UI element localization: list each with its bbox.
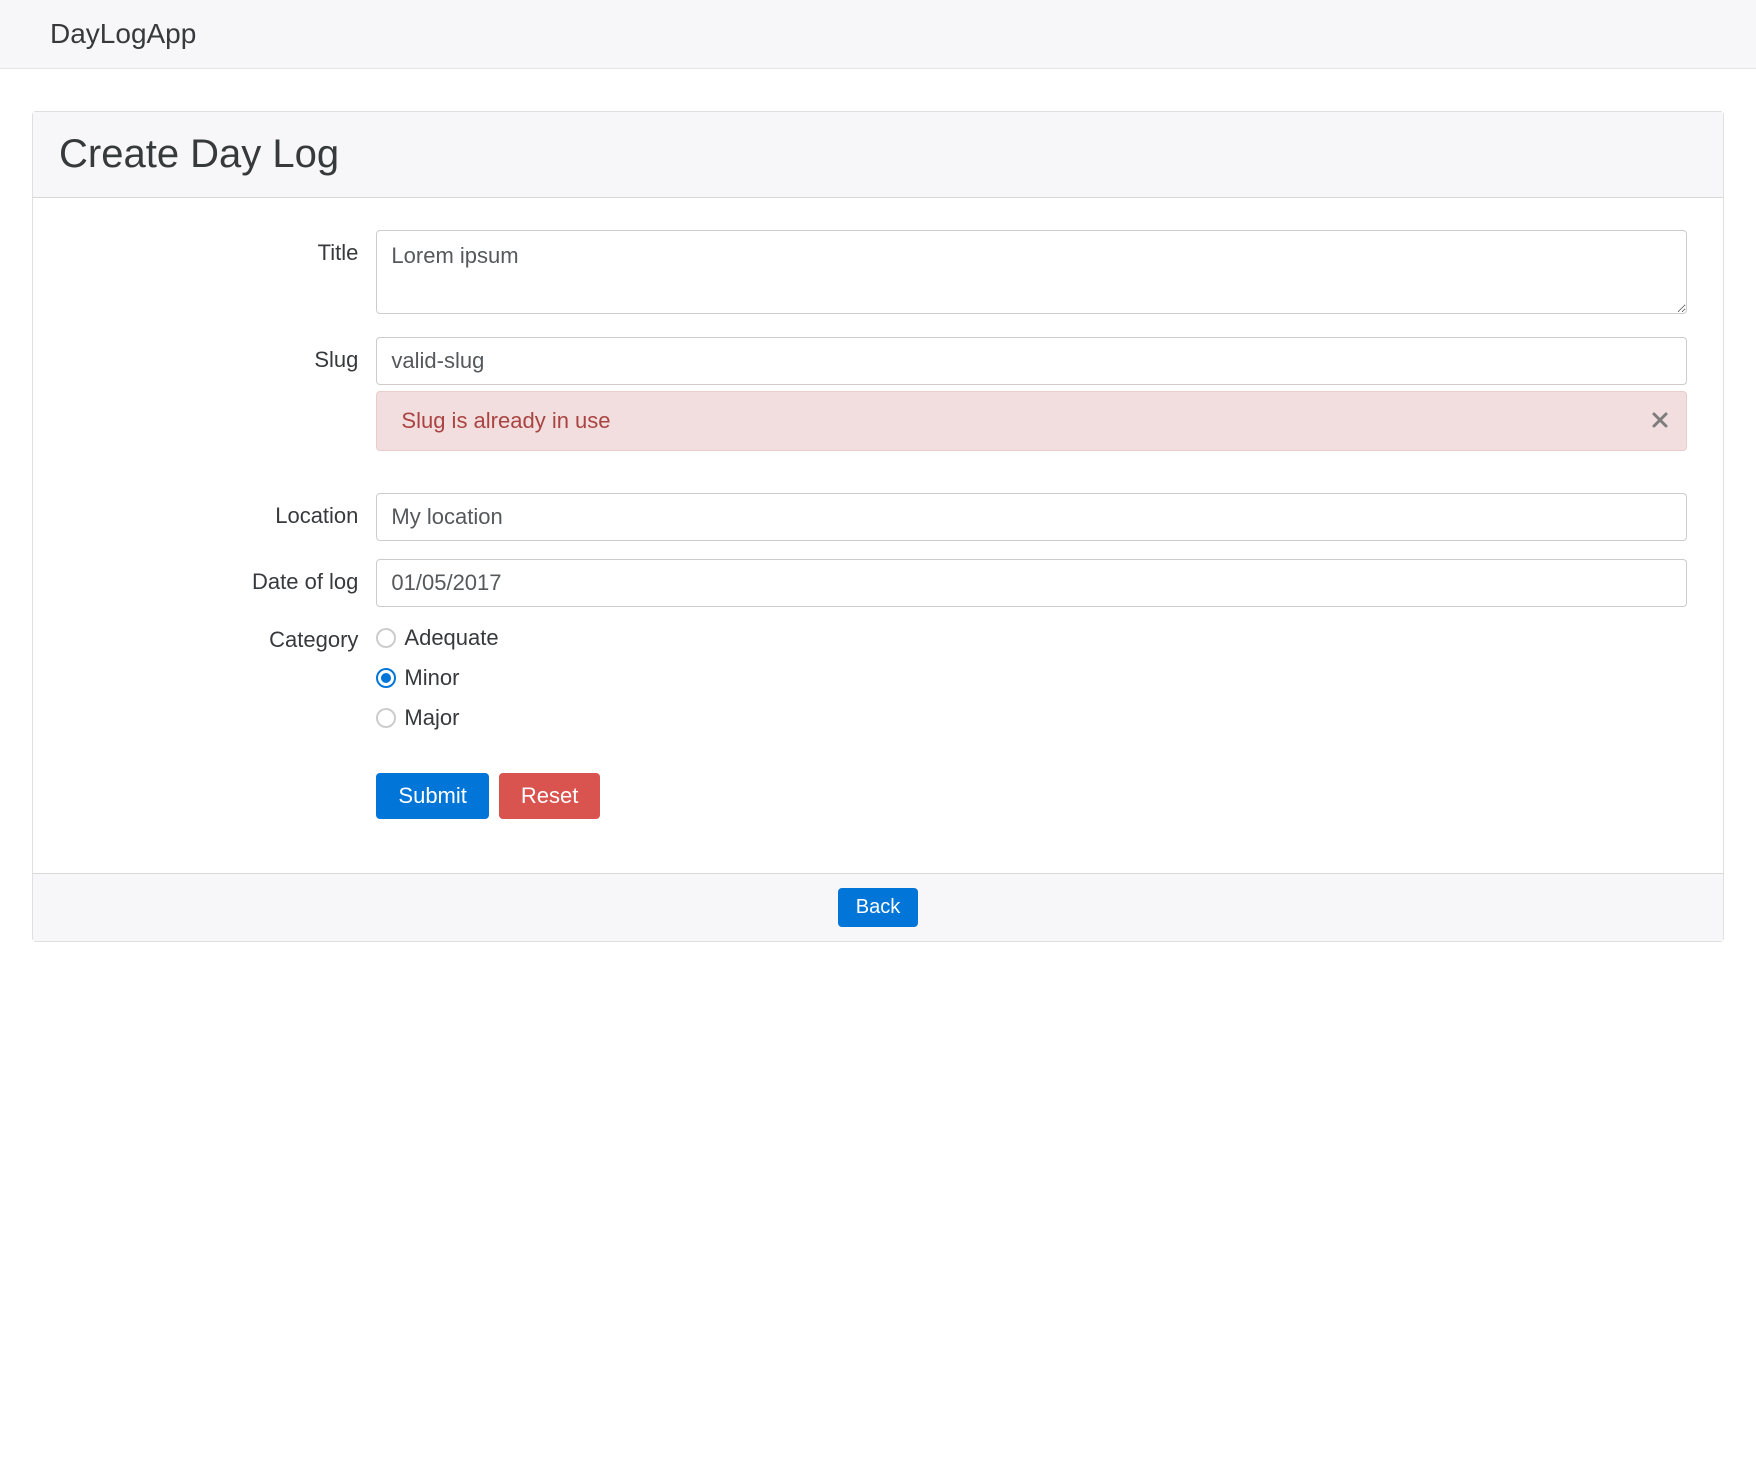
radio-option-minor[interactable]: Minor	[376, 665, 1687, 691]
buttons-row: Submit Reset	[69, 749, 1687, 819]
submit-button[interactable]: Submit	[376, 773, 488, 819]
title-input[interactable]: Lorem ipsum	[376, 230, 1687, 314]
slug-error-alert: Slug is already in use	[376, 391, 1687, 451]
close-icon[interactable]	[1650, 408, 1670, 434]
reset-button[interactable]: Reset	[499, 773, 600, 819]
card-body: Title Lorem ipsum Slug Slug is already i…	[33, 198, 1723, 873]
radio-label-major[interactable]: Major	[404, 705, 459, 731]
radio-label-minor[interactable]: Minor	[404, 665, 459, 691]
date-label: Date of log	[252, 569, 358, 594]
radio-adequate[interactable]	[376, 628, 396, 648]
radio-option-major[interactable]: Major	[376, 705, 1687, 731]
location-label: Location	[275, 503, 358, 528]
back-button[interactable]: Back	[838, 888, 918, 927]
radio-major[interactable]	[376, 708, 396, 728]
category-label: Category	[269, 627, 358, 652]
title-label: Title	[318, 240, 359, 265]
page-title: Create Day Log	[59, 132, 1697, 177]
title-row: Title Lorem ipsum	[69, 230, 1687, 319]
radio-option-adequate[interactable]: Adequate	[376, 625, 1687, 651]
radio-minor[interactable]	[376, 668, 396, 688]
slug-label: Slug	[314, 347, 358, 372]
date-row: Date of log	[69, 559, 1687, 607]
slug-input[interactable]	[376, 337, 1687, 385]
slug-row: Slug Slug is already in use	[69, 337, 1687, 451]
card-footer: Back	[33, 873, 1723, 941]
alert-message: Slug is already in use	[401, 408, 610, 433]
radio-label-adequate[interactable]: Adequate	[404, 625, 498, 651]
navbar-brand[interactable]: DayLogApp	[50, 18, 196, 49]
card-header: Create Day Log	[33, 112, 1723, 198]
create-daylog-card: Create Day Log Title Lorem ipsum Slug Sl	[32, 111, 1724, 942]
date-input[interactable]	[376, 559, 1687, 607]
location-row: Location	[69, 493, 1687, 541]
location-input[interactable]	[376, 493, 1687, 541]
category-row: Category Adequate Minor Major	[69, 625, 1687, 731]
navbar: DayLogApp	[0, 0, 1756, 69]
